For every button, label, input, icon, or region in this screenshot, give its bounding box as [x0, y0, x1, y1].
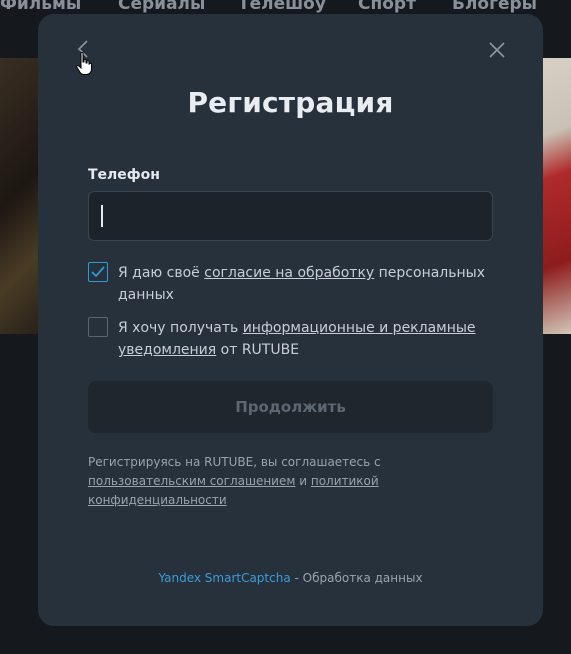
phone-input[interactable] [88, 191, 493, 241]
terms-middle: и [295, 474, 311, 488]
consent-text-before: Я даю своё [118, 265, 205, 281]
user-agreement-link[interactable]: пользовательским соглашением [88, 474, 295, 488]
nav-item-sport[interactable]: Спорт [358, 0, 416, 14]
data-processing-link[interactable]: Обработка данных [303, 571, 423, 585]
registration-modal: Регистрация Телефон Я даю своё согласие … [38, 14, 543, 626]
marketing-row: Я хочу получать информационные и рекламн… [88, 317, 493, 361]
terms-text: Регистрируясь на RUTUBE, вы соглашаетесь… [88, 453, 498, 510]
marketing-text-before: Я хочу получать [118, 320, 243, 336]
consent-row: Я даю своё согласие на обработку персона… [88, 262, 493, 306]
nav-item-series[interactable]: Сериалы [118, 0, 205, 14]
yandex-smartcaptcha-link[interactable]: Yandex SmartCaptcha [158, 571, 290, 585]
checkmark-icon [91, 266, 105, 278]
consent-checkbox[interactable] [88, 262, 108, 282]
consent-text: Я даю своё согласие на обработку персона… [118, 262, 493, 306]
hand-pointer-cursor-icon [76, 52, 92, 75]
continue-button[interactable]: Продолжить [88, 381, 493, 433]
captcha-separator: - [290, 571, 303, 585]
consent-link[interactable]: согласие на обработку [204, 265, 374, 281]
nav-item-bloggers[interactable]: Блогеры [452, 0, 537, 14]
nav-item-films[interactable]: Фильмы [0, 0, 81, 14]
nav-item-tvshows[interactable]: Телешоу [238, 0, 326, 14]
text-caret [101, 205, 103, 227]
marketing-text: Я хочу получать информационные и рекламн… [118, 317, 493, 361]
marketing-text-after: от RUTUBE [216, 342, 300, 358]
close-button[interactable] [488, 41, 506, 59]
terms-prefix: Регистрируясь на RUTUBE, вы соглашаетесь… [88, 455, 381, 469]
marketing-checkbox[interactable] [88, 317, 108, 337]
page-title: Регистрация [187, 86, 394, 119]
captcha-footer: Yandex SmartCaptcha - Обработка данных [38, 571, 543, 585]
phone-label: Телефон [88, 167, 160, 183]
close-icon [489, 42, 505, 58]
